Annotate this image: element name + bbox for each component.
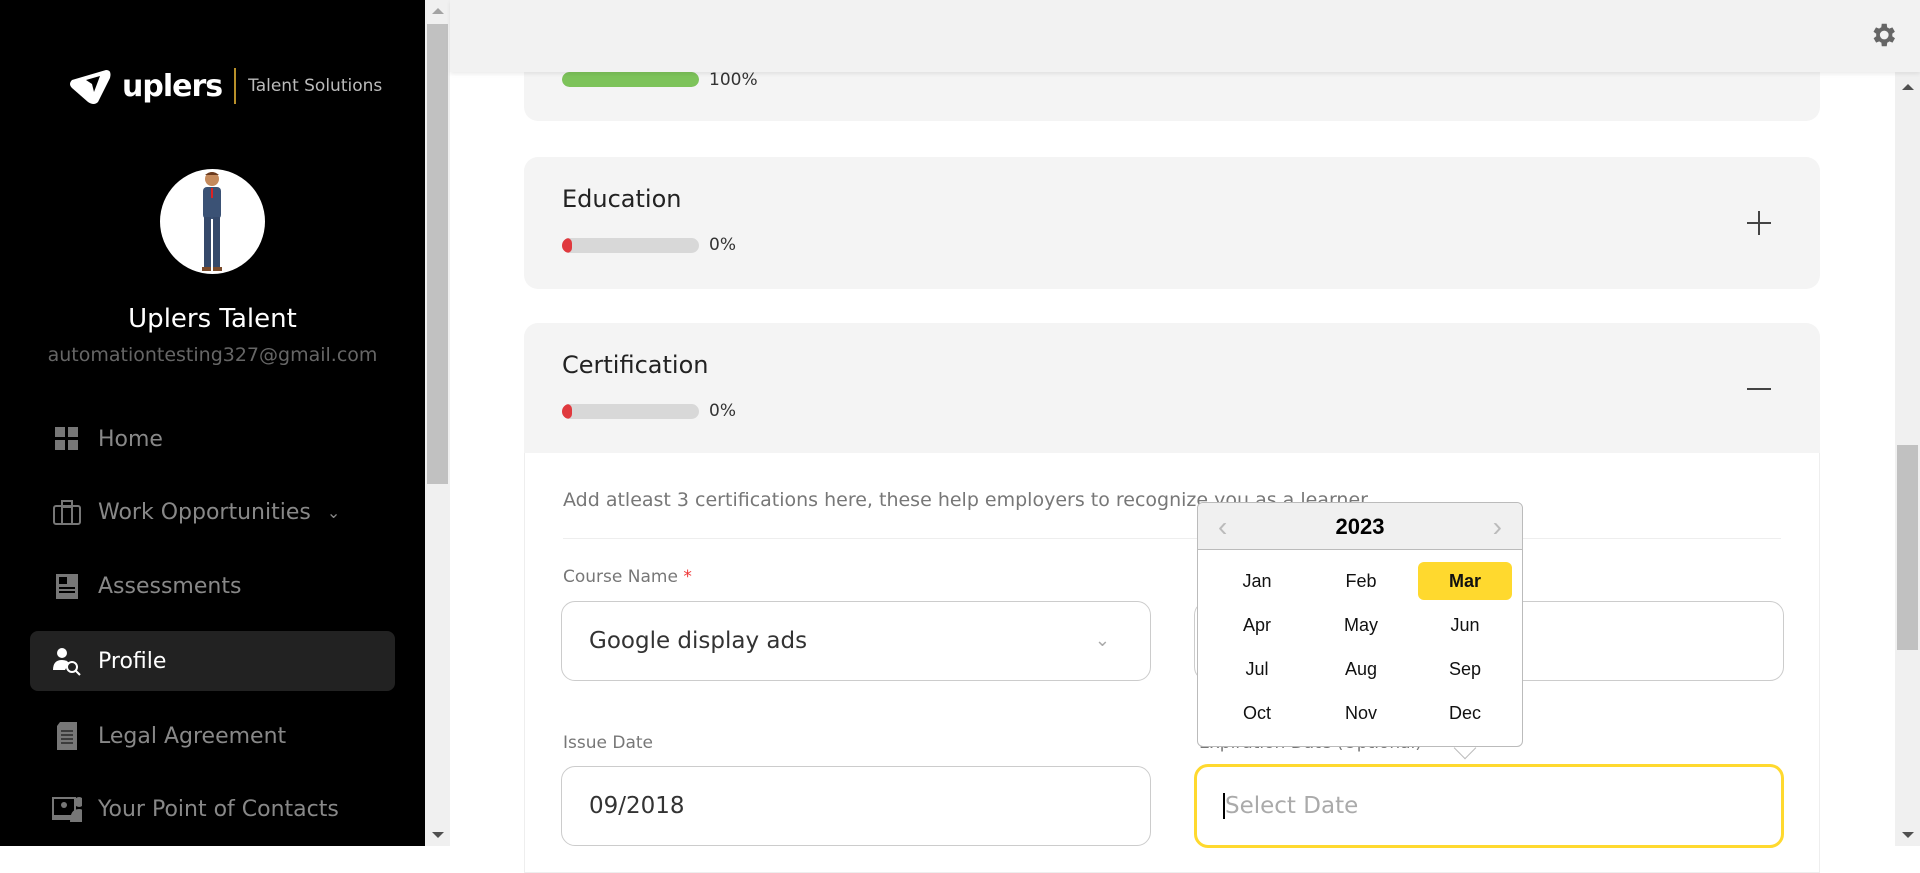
chevron-down-icon[interactable]: ⌄ [327,503,340,522]
scroll-up-icon[interactable] [432,8,444,14]
sidebar-item-home[interactable]: Home [30,409,395,469]
main-scroll-thumb[interactable] [1897,445,1918,650]
briefcase-icon [52,497,82,527]
plus-icon[interactable] [1746,210,1772,236]
certification-form: Add atleast 3 certifications here, these… [524,453,1820,873]
assessment-icon [52,571,82,601]
course-name-value: Google display ads [589,628,808,654]
sidebar: uplers Talent Solutions Uplers Talent au… [0,0,425,846]
progress-percent: 100% [709,70,758,90]
sidebar-item-profile[interactable]: Profile [30,631,395,691]
month-mar[interactable]: Mar [1418,562,1512,600]
month-sep[interactable]: Sep [1418,650,1512,688]
progress-bar [562,238,699,253]
uplers-logo-icon [70,70,111,104]
scroll-down-icon[interactable] [432,832,444,838]
sidebar-item-legal-agreement[interactable]: Legal Agreement [30,706,395,766]
issue-date-value: 09/2018 [589,793,685,819]
sidebar-item-label: Work Opportunities [98,499,311,525]
month-aug[interactable]: Aug [1314,650,1408,688]
certification-section-card[interactable]: Certification 0% [524,323,1820,453]
sidebar-scrollbar[interactable] [425,0,450,846]
progress-fill [562,404,572,419]
month-feb[interactable]: Feb [1314,562,1408,600]
progress-bar [562,404,699,419]
issue-date-label: Issue Date [563,733,653,753]
month-dec[interactable]: Dec [1418,694,1512,732]
sidebar-item-assessments[interactable]: Assessments [30,556,395,616]
chevron-down-icon[interactable]: ⌄ [1095,630,1110,651]
sidebar-item-label: Assessments [98,573,242,599]
logo-tagline: Talent Solutions [248,76,383,96]
sidebar-scroll-thumb[interactable] [427,24,448,484]
month-nov[interactable]: Nov [1314,694,1408,732]
sidebar-item-work-opportunities[interactable]: Work Opportunities ⌄ [30,482,395,542]
course-name-select[interactable]: Google display ads ⌄ [561,601,1151,681]
sidebar-item-label: Your Point of Contacts [98,796,339,822]
month-picker: ‹ 2023 › Jan Feb Mar Apr May Jun Jul Aug Sep Oct N… [1197,502,1523,747]
sidebar-item-label: Profile [98,648,167,674]
progress-bar [562,72,699,87]
sidebar-item-label: Legal Agreement [98,723,287,749]
month-apr[interactable]: Apr [1210,606,1304,644]
main-scrollbar[interactable] [1895,72,1920,846]
required-mark: * [683,567,692,587]
grid-icon [52,424,82,454]
month-may[interactable]: May [1314,606,1408,644]
sidebar-item-label: Home [98,426,163,452]
minus-icon[interactable] [1746,376,1772,402]
section-title: Education [562,185,682,213]
progress-fill [562,72,699,87]
picker-year[interactable]: 2023 [1198,514,1522,540]
progress-fill [562,238,572,253]
issue-date-field[interactable]: 09/2018 [561,766,1151,846]
document-icon [52,721,82,751]
user-name: Uplers Talent [128,304,297,334]
gear-icon[interactable] [1868,20,1898,50]
progress-percent: 0% [709,401,736,421]
contacts-icon [52,794,82,824]
month-jan[interactable]: Jan [1210,562,1304,600]
scroll-down-icon[interactable] [1902,832,1914,838]
expiration-date-placeholder: Select Date [1223,793,1359,819]
section-title: Certification [562,351,709,379]
month-jul[interactable]: Jul [1210,650,1304,688]
user-email: automationtesting327@gmail.com [47,344,378,366]
label-text: Course Name [563,567,678,587]
divider [563,538,1781,539]
uplers-logo[interactable]: uplers Talent Solutions [68,66,382,106]
course-name-label: Course Name * [563,567,692,587]
month-jun[interactable]: Jun [1418,606,1512,644]
expiration-date-field[interactable]: Select Date [1194,764,1784,848]
chevron-right-icon[interactable]: › [1493,511,1502,543]
logo-wordmark: uplers [122,68,223,104]
avatar[interactable] [160,169,265,274]
scroll-up-icon[interactable] [1902,84,1914,90]
top-header [450,0,1920,72]
month-oct[interactable]: Oct [1210,694,1304,732]
education-section-card[interactable]: Education 0% [524,157,1820,289]
logo-divider [234,68,237,104]
month-grid: Jan Feb Mar Apr May Jun Jul Aug Sep Oct Nov Dec [1198,550,1522,732]
month-picker-header: ‹ 2023 › [1198,503,1522,550]
avatar-person-icon [202,172,222,271]
sidebar-item-point-of-contacts[interactable]: Your Point of Contacts [30,779,395,839]
profile-search-icon [52,646,82,676]
progress-percent: 0% [709,235,736,255]
